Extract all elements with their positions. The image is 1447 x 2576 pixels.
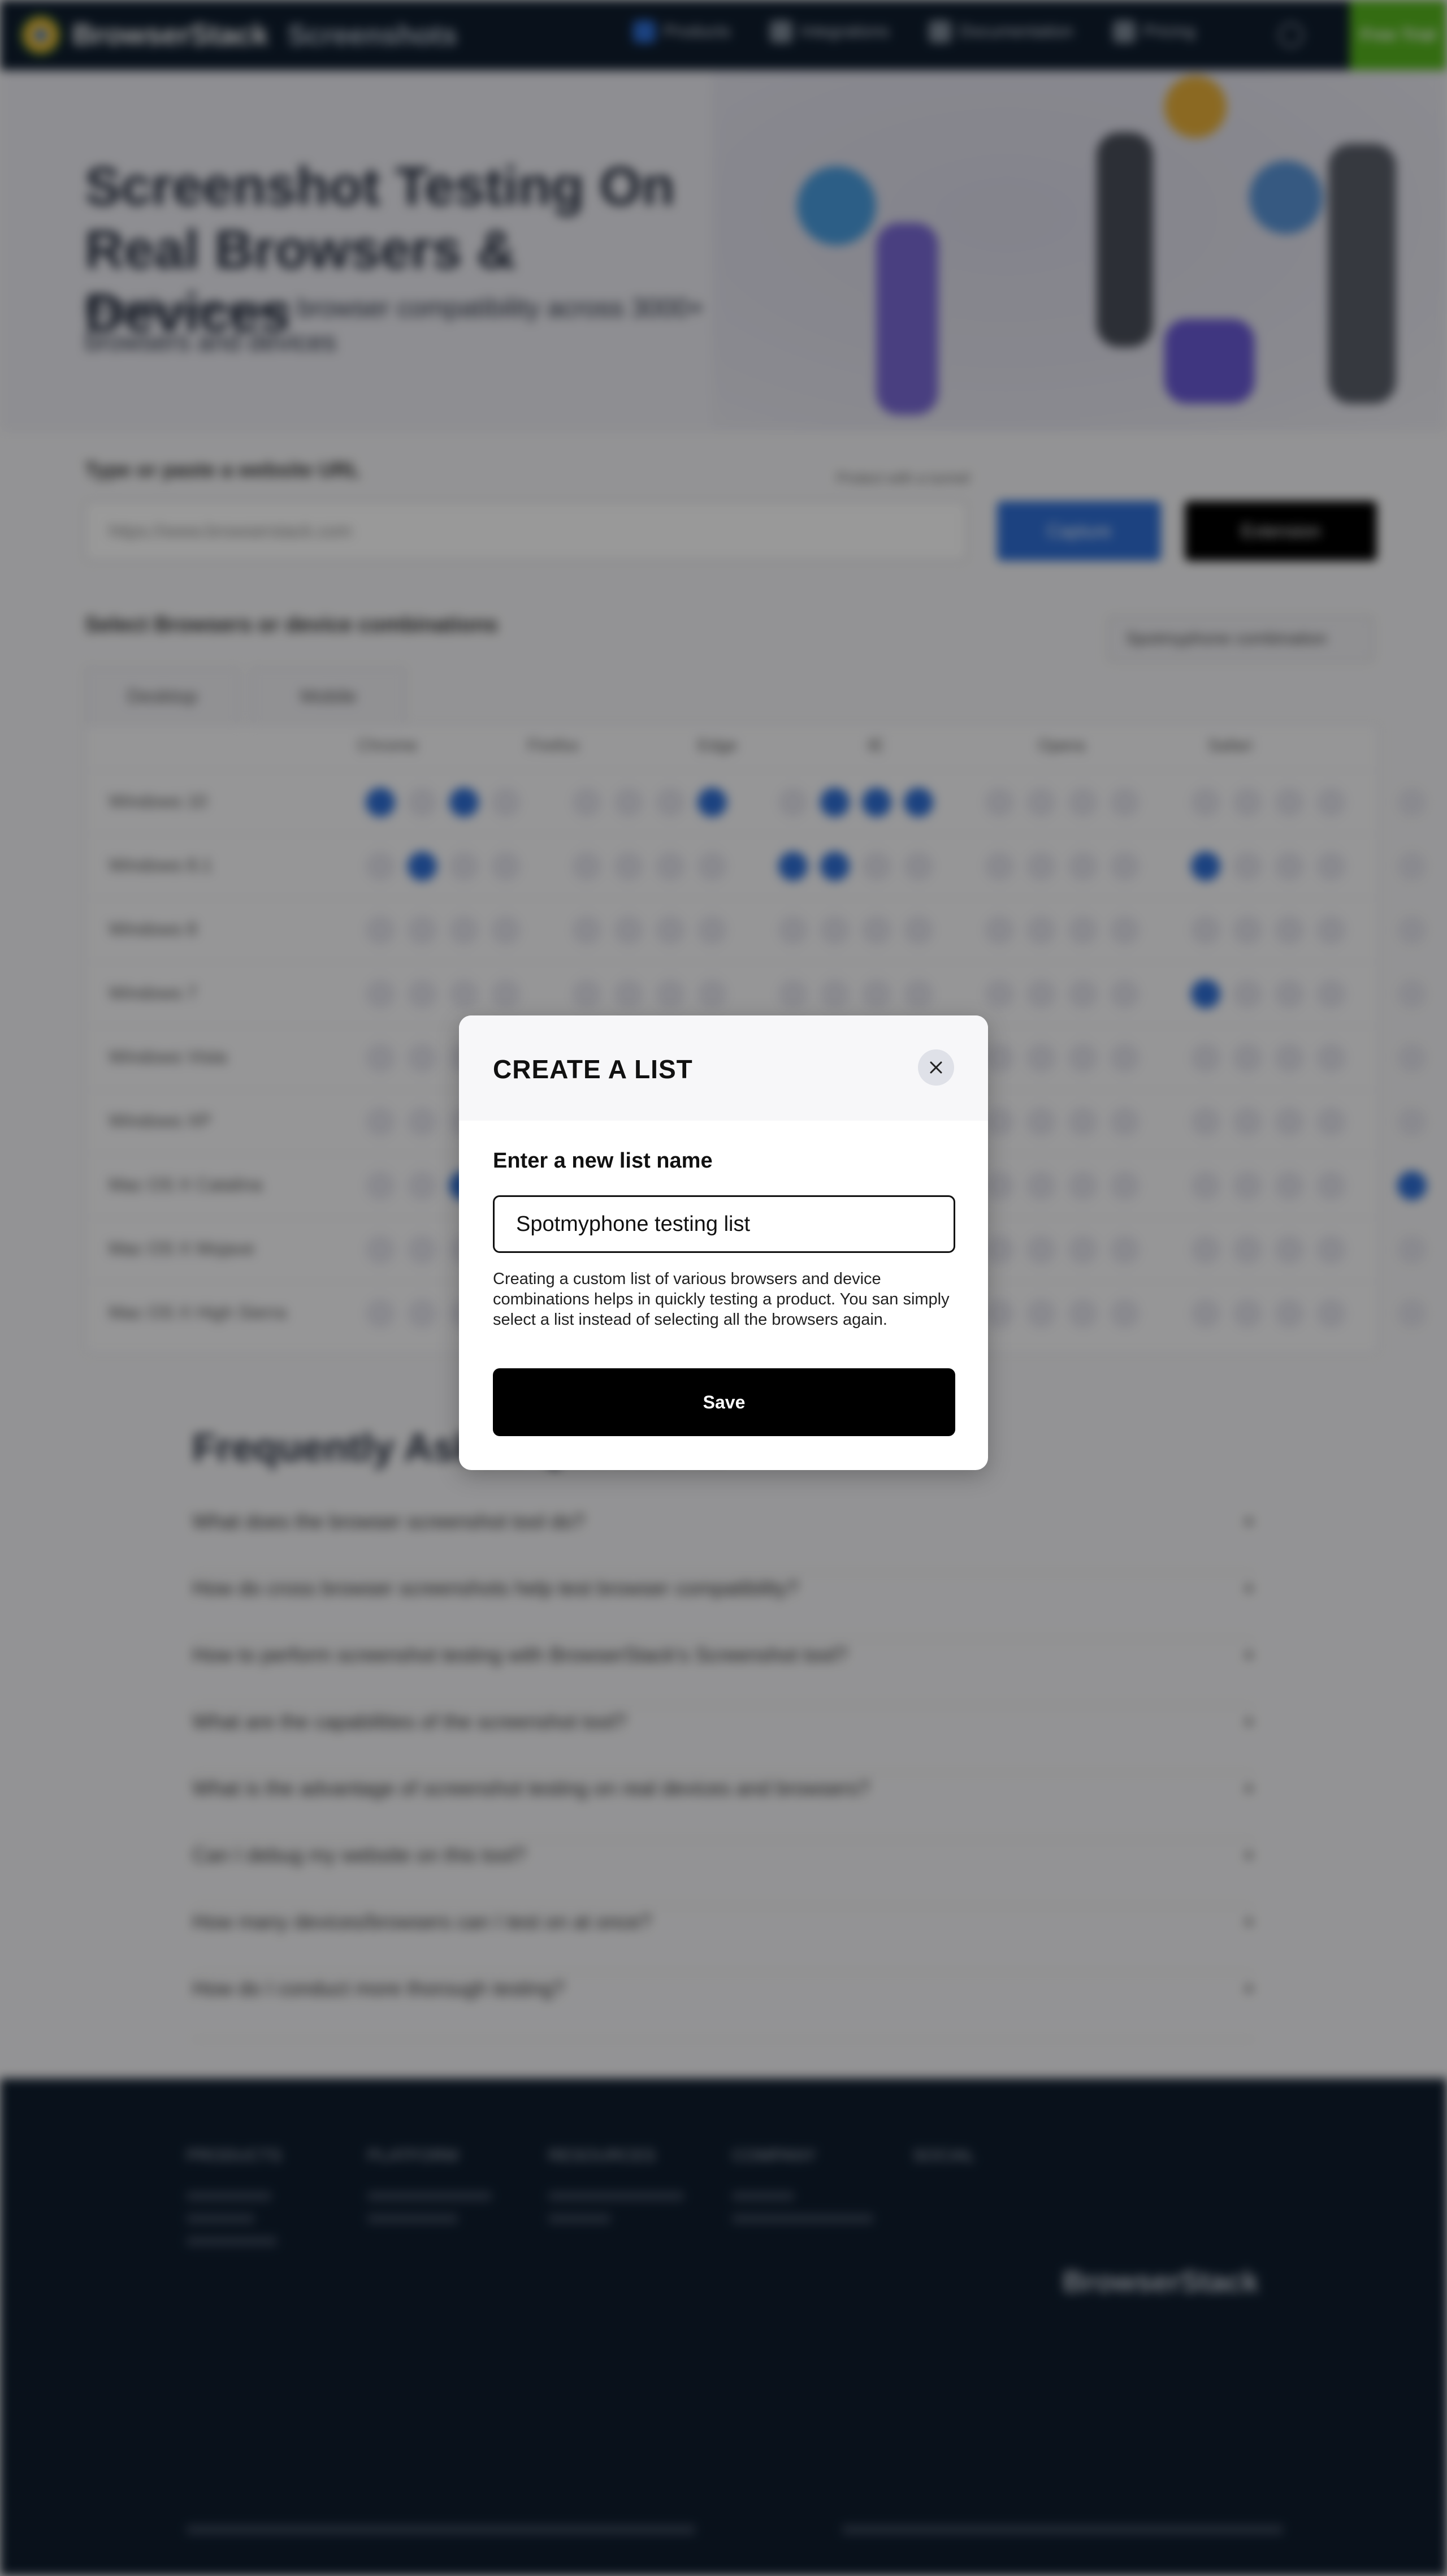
modal-title: CREATE A LIST xyxy=(493,1054,693,1084)
close-button[interactable] xyxy=(918,1049,954,1086)
help-text: Creating a custom list of various browse… xyxy=(493,1270,950,1329)
close-icon xyxy=(930,1061,942,1074)
create-list-modal: CREATE A LIST Enter a new list name Crea… xyxy=(459,1015,988,1470)
save-button[interactable]: Save xyxy=(493,1368,955,1436)
list-name-input[interactable] xyxy=(493,1195,955,1253)
modal-header: CREATE A LIST xyxy=(459,1015,988,1121)
list-name-label: Enter a new list name xyxy=(493,1149,713,1173)
